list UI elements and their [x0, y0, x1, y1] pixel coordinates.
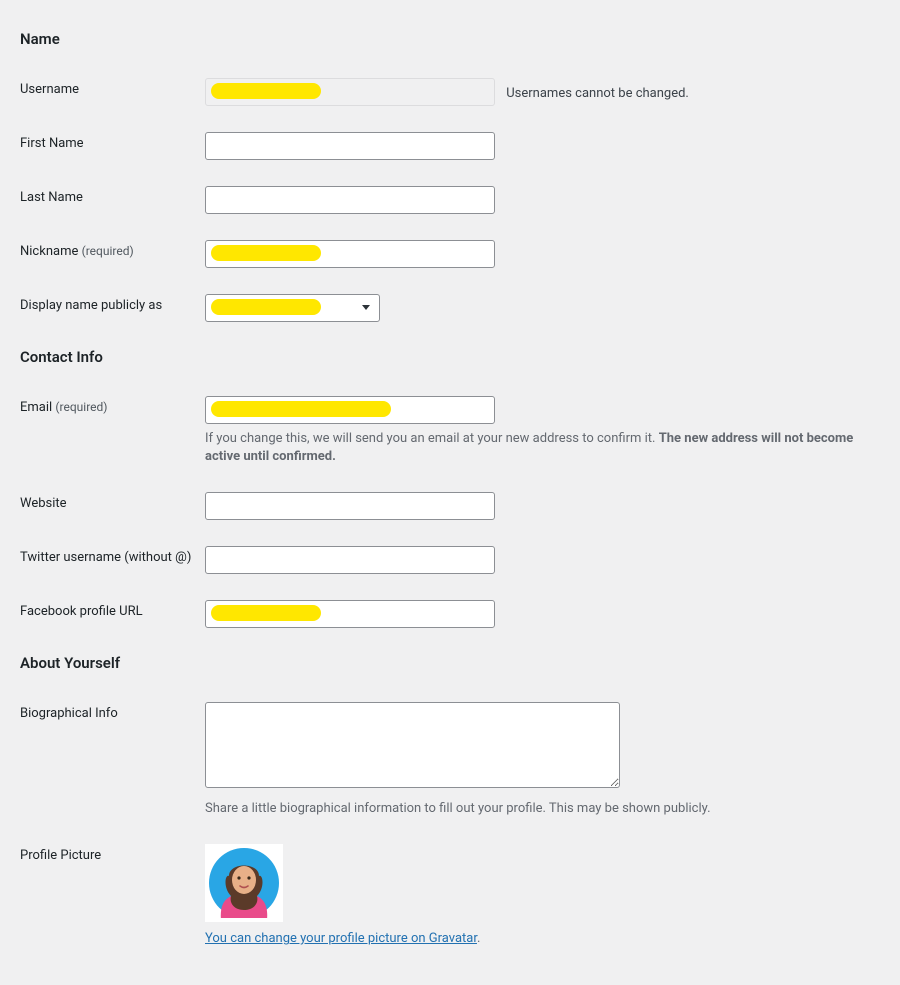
label-email: Email (required)	[20, 400, 107, 415]
label-first-name: First Name	[20, 136, 84, 151]
gravatar-note: You can change your profile picture on G…	[205, 930, 880, 948]
label-bio: Biographical Info	[20, 706, 118, 721]
section-heading-about: About Yourself	[20, 654, 880, 672]
label-profile-picture: Profile Picture	[20, 848, 101, 863]
email-input[interactable]	[205, 396, 495, 424]
facebook-input[interactable]	[205, 600, 495, 628]
label-nickname: Nickname (required)	[20, 244, 134, 259]
label-username: Username	[20, 82, 79, 97]
username-note: Usernames cannot be changed.	[506, 86, 689, 101]
bio-description: Share a little biographical information …	[205, 800, 880, 818]
display-name-select[interactable]	[205, 294, 380, 322]
twitter-input[interactable]	[205, 546, 495, 574]
first-name-input[interactable]	[205, 132, 495, 160]
label-facebook: Facebook profile URL	[20, 604, 143, 619]
label-twitter: Twitter username (without @)	[20, 550, 191, 565]
avatar	[205, 844, 283, 922]
last-name-input[interactable]	[205, 186, 495, 214]
gravatar-link[interactable]: You can change your profile picture on G…	[205, 931, 477, 946]
website-input[interactable]	[205, 492, 495, 520]
label-last-name: Last Name	[20, 190, 83, 205]
label-website: Website	[20, 496, 67, 511]
section-heading-name: Name	[20, 30, 880, 48]
username-input	[205, 78, 495, 106]
email-note: If you change this, we will send you an …	[205, 430, 880, 466]
section-heading-contact: Contact Info	[20, 348, 880, 366]
bio-textarea[interactable]	[205, 702, 620, 788]
label-display-name: Display name publicly as	[20, 298, 162, 313]
nickname-input[interactable]	[205, 240, 495, 268]
